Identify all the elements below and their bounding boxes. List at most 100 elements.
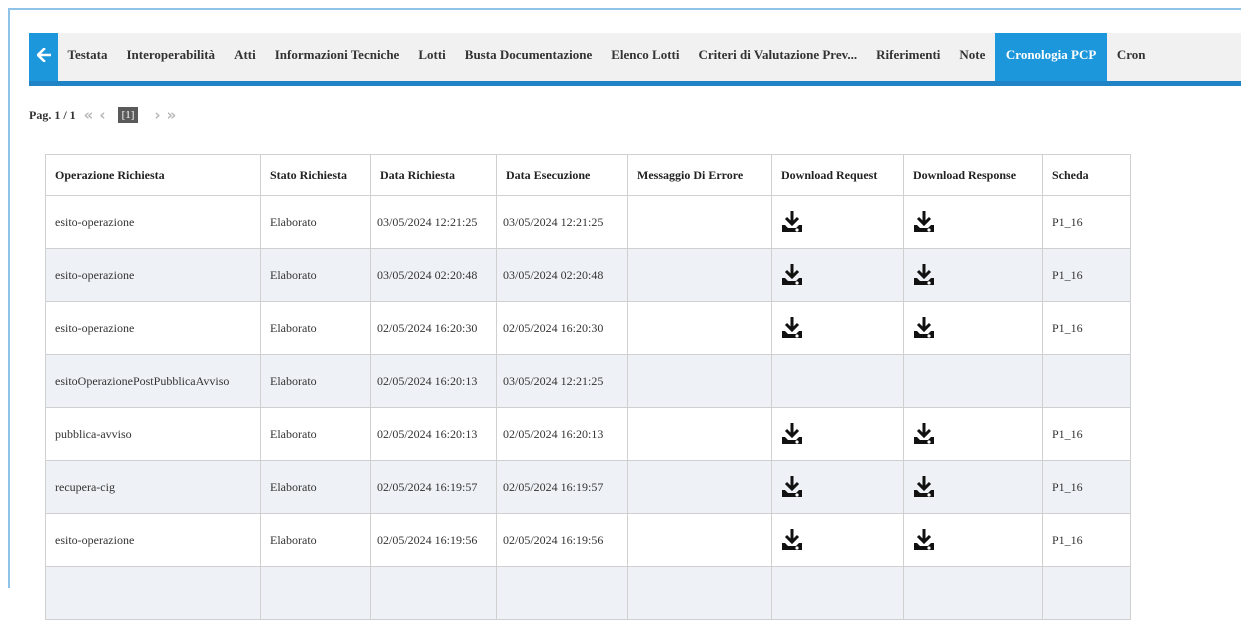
scheda-cell <box>1042 354 1131 408</box>
table-row: esito-operazione Elaborato 02/05/2024 16:1… <box>45 513 1131 567</box>
download-icon[interactable] <box>913 316 935 340</box>
data-richiesta-cell: 02/05/2024 16:20:13 <box>370 354 497 408</box>
prev-page-button[interactable]: ‹ <box>99 106 105 124</box>
errore-cell <box>627 513 772 567</box>
download-icon[interactable] <box>781 422 803 446</box>
errore-cell <box>627 354 772 408</box>
download-response-cell <box>903 513 1043 567</box>
data-esecuzione-cell: 03/05/2024 12:21:25 <box>496 195 628 249</box>
data-esecuzione-cell: 03/05/2024 02:20:48 <box>496 248 628 302</box>
pagination: Pag. 1 / 1 « ‹ [1] › » <box>29 104 176 126</box>
first-page-button[interactable]: « <box>84 106 94 124</box>
page-indicator: Pag. 1 / 1 <box>29 107 76 122</box>
arrow-left-icon <box>35 46 51 67</box>
data-esecuzione-cell: 02/05/2024 16:20:30 <box>496 301 628 355</box>
tab-criteri-di-valutazione-prev[interactable]: Criteri di Valutazione Prev... <box>689 33 867 81</box>
download-response-cell <box>903 354 1043 408</box>
tab-elenco-lotti[interactable]: Elenco Lotti <box>602 33 689 81</box>
errore-cell <box>627 301 772 355</box>
scheda-cell: P1_16 <box>1042 195 1131 249</box>
scheda-cell <box>1042 566 1131 620</box>
download-icon[interactable] <box>913 475 935 499</box>
download-response-cell <box>903 195 1043 249</box>
errore-cell <box>627 460 772 514</box>
current-page-button[interactable]: [1] <box>117 107 139 123</box>
scheda-cell: P1_16 <box>1042 248 1131 302</box>
data-richiesta-cell <box>370 566 497 620</box>
tab-busta-documentazione[interactable]: Busta Documentazione <box>455 33 601 81</box>
data-richiesta-cell: 03/05/2024 02:20:48 <box>370 248 497 302</box>
column-header[interactable]: Data Esecuzione <box>496 154 628 196</box>
operazione-cell: esito-operazione <box>45 301 261 355</box>
tab-cronologia-pcp[interactable]: Cronologia PCP <box>994 33 1108 81</box>
back-button[interactable] <box>29 33 58 81</box>
errore-cell <box>627 195 772 249</box>
tab-lotti[interactable]: Lotti <box>409 33 455 81</box>
operazione-cell: esitoOperazionePostPubblicaAvviso <box>45 354 261 408</box>
download-response-cell <box>903 301 1043 355</box>
download-icon[interactable] <box>913 422 935 446</box>
tab-list: Testata Interoperabilità Atti Informazioni … <box>58 33 1155 81</box>
download-response-cell <box>903 566 1043 620</box>
table-row: recupera-cig Elaborato 02/05/2024 16:19:57… <box>45 460 1131 514</box>
table-row: esito-operazione Elaborato 03/05/2024 12:2… <box>45 195 1131 249</box>
table-row: pubblica-avviso Elaborato 02/05/2024 16:20… <box>45 407 1131 461</box>
download-response-cell <box>903 248 1043 302</box>
table-row <box>45 566 1131 620</box>
data-richiesta-cell: 02/05/2024 16:19:56 <box>370 513 497 567</box>
cronologia-table: Operazione Richiesta Stato Richiesta Data … <box>45 154 1131 620</box>
next-page-button[interactable]: › <box>154 106 160 124</box>
data-richiesta-cell: 03/05/2024 12:21:25 <box>370 195 497 249</box>
column-header[interactable]: Operazione Richiesta <box>45 154 261 196</box>
download-response-cell <box>903 407 1043 461</box>
column-header[interactable]: Stato Richiesta <box>260 154 371 196</box>
errore-cell <box>627 248 772 302</box>
column-header[interactable]: Download Request <box>771 154 904 196</box>
download-icon[interactable] <box>781 528 803 552</box>
operazione-cell: esito-operazione <box>45 248 261 302</box>
tab-cron[interactable]: Cron <box>1107 33 1155 81</box>
download-icon[interactable] <box>781 475 803 499</box>
stato-cell: Elaborato <box>260 354 371 408</box>
download-icon[interactable] <box>781 210 803 234</box>
stato-cell: Elaborato <box>260 248 371 302</box>
download-request-cell <box>771 248 904 302</box>
column-header[interactable]: Data Richiesta <box>370 154 497 196</box>
operazione-cell: recupera-cig <box>45 460 261 514</box>
column-header[interactable]: Messaggio Di Errore <box>627 154 772 196</box>
tab-atti[interactable]: Atti <box>225 33 266 81</box>
table-row: esitoOperazionePostPubblicaAvviso Elabora… <box>45 354 1131 408</box>
scheda-cell: P1_16 <box>1042 407 1131 461</box>
errore-cell <box>627 566 772 620</box>
tab-informazioni-tecniche[interactable]: Informazioni Tecniche <box>265 33 409 81</box>
data-richiesta-cell: 02/05/2024 16:20:13 <box>370 407 497 461</box>
stato-cell <box>260 566 371 620</box>
download-request-cell <box>771 407 904 461</box>
scheda-cell: P1_16 <box>1042 513 1131 567</box>
download-icon[interactable] <box>913 528 935 552</box>
tab-testata[interactable]: Testata <box>58 33 117 81</box>
column-header[interactable]: Download Response <box>903 154 1043 196</box>
tab-interoperabilit[interactable]: Interoperabilità <box>117 33 225 81</box>
download-icon[interactable] <box>781 263 803 287</box>
last-page-button[interactable]: » <box>167 106 177 124</box>
download-icon[interactable] <box>913 263 935 287</box>
errore-cell <box>627 407 772 461</box>
stato-cell: Elaborato <box>260 460 371 514</box>
data-esecuzione-cell: 03/05/2024 12:21:25 <box>496 354 628 408</box>
column-header[interactable]: Scheda <box>1042 154 1131 196</box>
data-esecuzione-cell <box>496 566 628 620</box>
stato-cell: Elaborato <box>260 301 371 355</box>
table-header-row: Operazione Richiesta Stato Richiesta Data … <box>45 154 1131 196</box>
download-icon[interactable] <box>781 316 803 340</box>
tab-note[interactable]: Note <box>950 33 995 81</box>
data-esecuzione-cell: 02/05/2024 16:20:13 <box>496 407 628 461</box>
tab-riferimenti[interactable]: Riferimenti <box>867 33 950 81</box>
data-esecuzione-cell: 02/05/2024 16:19:57 <box>496 460 628 514</box>
table-row: esito-operazione Elaborato 03/05/2024 02:2… <box>45 248 1131 302</box>
data-richiesta-cell: 02/05/2024 16:19:57 <box>370 460 497 514</box>
operazione-cell: esito-operazione <box>45 513 261 567</box>
stato-cell: Elaborato <box>260 195 371 249</box>
download-request-cell <box>771 195 904 249</box>
download-icon[interactable] <box>913 210 935 234</box>
